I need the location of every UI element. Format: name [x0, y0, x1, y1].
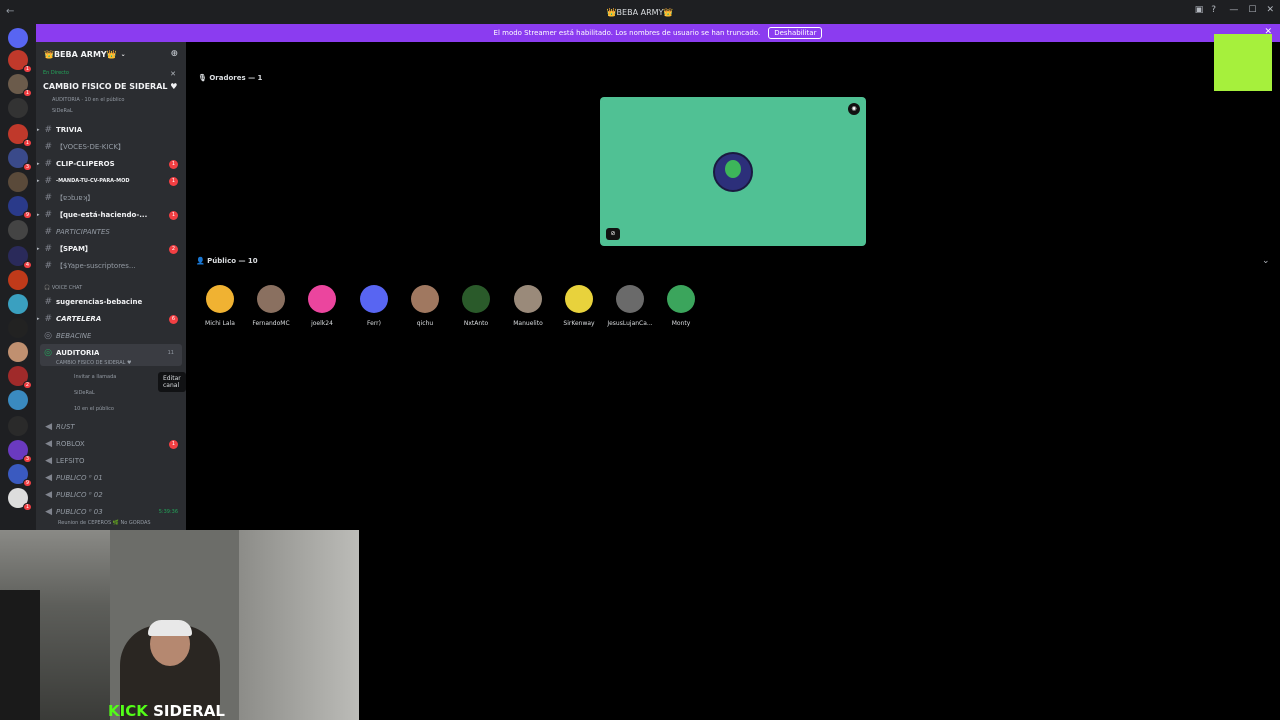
voice-channel-auditoria[interactable]: ◎ AUDITORIA 11	[36, 345, 186, 361]
voice-channel[interactable]: ◀ PUBLICO ⁰ 03 5:39:36	[36, 504, 186, 520]
server-icon[interactable]: 1	[8, 50, 32, 73]
muted-icon: ⊘	[606, 228, 620, 240]
live-subtitle: AUDITORIA · 10 en el público	[52, 97, 125, 103]
banner-text: El modo Streamer está habilitado. Los no…	[493, 29, 761, 37]
bottom-note: Reunion de CEPEROS 🌿 No GORDAS	[58, 520, 151, 526]
server-icon[interactable]	[8, 390, 28, 410]
chevron-down-icon: ⌄	[120, 50, 126, 58]
voice-category[interactable]: 🎧 VOICE CHAT	[44, 285, 82, 291]
channel-sidebar: 👑BEBA ARMY👑 ⌄ ⊕ En Directo ✕ CAMBIO FISI…	[36, 42, 186, 530]
server-icon[interactable]: 9	[8, 464, 32, 487]
title-bar: ← 👑BEBA ARMY👑 ▣ ? — ☐ ✕	[0, 0, 1280, 24]
maximize-icon[interactable]: ☐	[1248, 5, 1256, 15]
server-icon[interactable]: 9	[8, 196, 32, 219]
speaker-tile[interactable]: ◉ ⊘	[600, 97, 866, 246]
server-icon[interactable]: 3	[8, 148, 32, 171]
voice-channel[interactable]: ◀ LEFSITO	[36, 453, 186, 469]
microphone-icon: 🎙	[198, 74, 210, 82]
close-window-icon[interactable]: ✕	[1266, 5, 1274, 15]
invite-to-call[interactable]: Invitar a llamada	[74, 374, 116, 380]
minimize-icon[interactable]: —	[1229, 5, 1238, 15]
channel-item[interactable]: ▸ # 【SPAM】 2	[36, 241, 186, 257]
channel-item[interactable]: # 【VOCES-DE-KICK】	[36, 139, 186, 155]
speakers-label: 🎙 Oradores — 1	[198, 74, 263, 82]
server-header[interactable]: 👑BEBA ARMY👑 ⌄ ⊕	[36, 42, 186, 66]
audience-count[interactable]: 10 en el público	[74, 406, 114, 412]
audience-label: 👤 Público — 10	[196, 257, 258, 265]
server-icon[interactable]	[8, 318, 28, 338]
server-icon[interactable]	[8, 172, 28, 192]
audience-member[interactable]: joelk24	[292, 285, 352, 327]
disable-streamer-button[interactable]: Deshabilitar	[768, 27, 823, 39]
edit-channel-tooltip: Editar canal	[158, 372, 186, 392]
people-icon: 👤	[196, 257, 208, 265]
server-icon[interactable]	[8, 98, 28, 118]
channel-item[interactable]: # PARTICIPANTES	[36, 224, 186, 240]
speaker-avatar[interactable]	[713, 152, 753, 192]
voice-channel[interactable]: ◀ RUST	[36, 419, 186, 435]
server-icon[interactable]	[8, 416, 28, 436]
live-badge: En Directo	[43, 70, 69, 76]
live-title[interactable]: CAMBIO FISICO DE SIDERAL ♥	[43, 82, 177, 91]
voice-channel[interactable]: ◀ PUBLICO ⁰ 01	[36, 470, 186, 486]
voice-user[interactable]: SiDeRaL	[74, 390, 95, 396]
channel-item[interactable]: ▸ # CLIP-CLIPEROS 1	[36, 156, 186, 172]
server-icon[interactable]: 1	[8, 124, 32, 147]
channel-item[interactable]: ▸ # TRIVIA	[36, 122, 186, 138]
add-member-icon[interactable]: ⊕	[170, 49, 178, 59]
server-icon[interactable]	[8, 342, 28, 362]
channel-item[interactable]: # sugerencias-bebacine	[36, 294, 186, 310]
green-overlay-box	[1214, 34, 1272, 91]
back-arrow-icon[interactable]: ←	[6, 6, 14, 17]
channel-item[interactable]: # 【ɐɔbɹɐʞ】	[36, 190, 186, 206]
audience-member[interactable]: NxtAnto	[446, 285, 506, 327]
server-icon[interactable]	[8, 294, 28, 314]
voice-channel[interactable]: ◀ PUBLICO ⁰ 02	[36, 487, 186, 503]
voice-channel[interactable]: ◀ ROBLOX 1	[36, 436, 186, 452]
headphones-icon: 🎧	[44, 285, 52, 291]
inbox-icon[interactable]: ▣	[1195, 5, 1204, 15]
server-icon[interactable]: 2	[8, 366, 32, 389]
server-icon[interactable]	[8, 270, 28, 290]
channel-item[interactable]: ▸ # 【que-está-haciendo-... 1	[36, 207, 186, 223]
camera-icon[interactable]: ◉	[848, 103, 860, 115]
channel-item[interactable]: ▸ # -MANDA-TU-CV-PARA-MOD 1	[36, 173, 186, 189]
server-icon[interactable]	[8, 220, 28, 240]
kick-streamer-label: KICK SIDERAL	[108, 702, 225, 720]
chevron-down-icon[interactable]: ⌄	[1262, 256, 1270, 266]
audience-member[interactable]: Monty	[651, 285, 711, 327]
server-icon[interactable]: 1	[8, 74, 32, 97]
voice-channel-topic: CAMBIO FISICO DE SIDERAL ♥	[56, 360, 132, 366]
streamer-mode-banner: El modo Streamer está habilitado. Los no…	[36, 24, 1280, 42]
channel-item[interactable]: # 【$Yape-suscriptores...	[36, 258, 186, 274]
webcam-overlay	[0, 530, 359, 720]
help-icon[interactable]: ?	[1211, 5, 1216, 15]
channel-item[interactable]: ▸ # CARTELERA 6	[36, 311, 186, 327]
live-user: SiDeRaL	[52, 108, 73, 114]
close-icon[interactable]: ✕	[170, 70, 176, 78]
window-title: 👑BEBA ARMY👑	[606, 7, 674, 17]
server-icon[interactable]: 4	[8, 246, 32, 269]
server-icon[interactable]: 3	[8, 440, 32, 463]
server-name: 👑BEBA ARMY👑	[44, 49, 117, 59]
home-icon[interactable]	[8, 28, 28, 48]
server-list: 1 1 1 3 9 4 2 3 9 1	[0, 24, 36, 530]
server-icon[interactable]: 1	[8, 488, 32, 511]
channel-item[interactable]: ◎ BEBACINE	[36, 328, 186, 344]
